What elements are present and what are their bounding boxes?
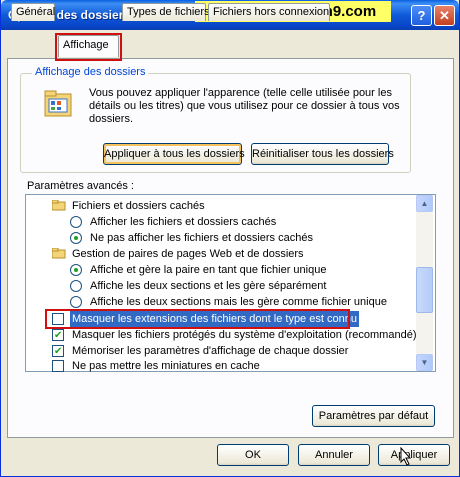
- radio-pair-separate[interactable]: [70, 280, 82, 292]
- tab-offline-files[interactable]: Fichiers hors connexion: [208, 3, 330, 21]
- reset-all-folders-button[interactable]: Réinitialiser tous les dossiers: [251, 143, 394, 165]
- restore-defaults-button[interactable]: Paramètres par défaut: [312, 405, 435, 427]
- advanced-settings-label: Paramètres avancés :: [27, 180, 134, 192]
- checkbox-hide-protected[interactable]: [52, 328, 64, 344]
- cancel-button[interactable]: Annuler: [298, 444, 370, 466]
- checkbox-remember-view[interactable]: [52, 344, 64, 360]
- scroll-thumb[interactable]: [416, 267, 433, 313]
- checkbox-hide-extensions[interactable]: [52, 313, 64, 325]
- folder-icon: [52, 200, 66, 211]
- scroll-up-icon[interactable]: ▲: [416, 195, 433, 212]
- radio-show-hidden[interactable]: [70, 216, 82, 228]
- help-button[interactable]: ?: [411, 5, 432, 26]
- list-scrollbar[interactable]: ▲ ▼: [416, 195, 433, 371]
- mouse-cursor-icon: [400, 447, 412, 466]
- folder-options-window: Options des dossiers http://abhph.mam9.c…: [0, 0, 460, 477]
- radio-pair-both-single[interactable]: [70, 296, 82, 308]
- checkbox-no-thumbnail-cache[interactable]: [52, 360, 64, 372]
- folder-views-label: Affichage des dossiers: [32, 66, 149, 78]
- folder-views-description: Vous pouvez appliquer l'apparence (telle…: [89, 87, 400, 125]
- tab-general[interactable]: Général: [11, 3, 55, 21]
- tab-affichage[interactable]: Affichage: [58, 35, 119, 57]
- radio-hide-hidden[interactable]: [70, 232, 82, 244]
- folder-view-icon: [44, 90, 72, 117]
- folder-icon: [52, 248, 66, 259]
- close-button[interactable]: ✕: [434, 5, 455, 26]
- tab-file-types[interactable]: Types de fichiers: [122, 3, 210, 21]
- scroll-down-icon[interactable]: ▼: [416, 354, 433, 371]
- apply-to-all-folders-button[interactable]: Appliquer à tous les dossiers: [103, 143, 245, 165]
- ok-button[interactable]: OK: [217, 444, 289, 466]
- radio-pair-single[interactable]: [70, 264, 82, 276]
